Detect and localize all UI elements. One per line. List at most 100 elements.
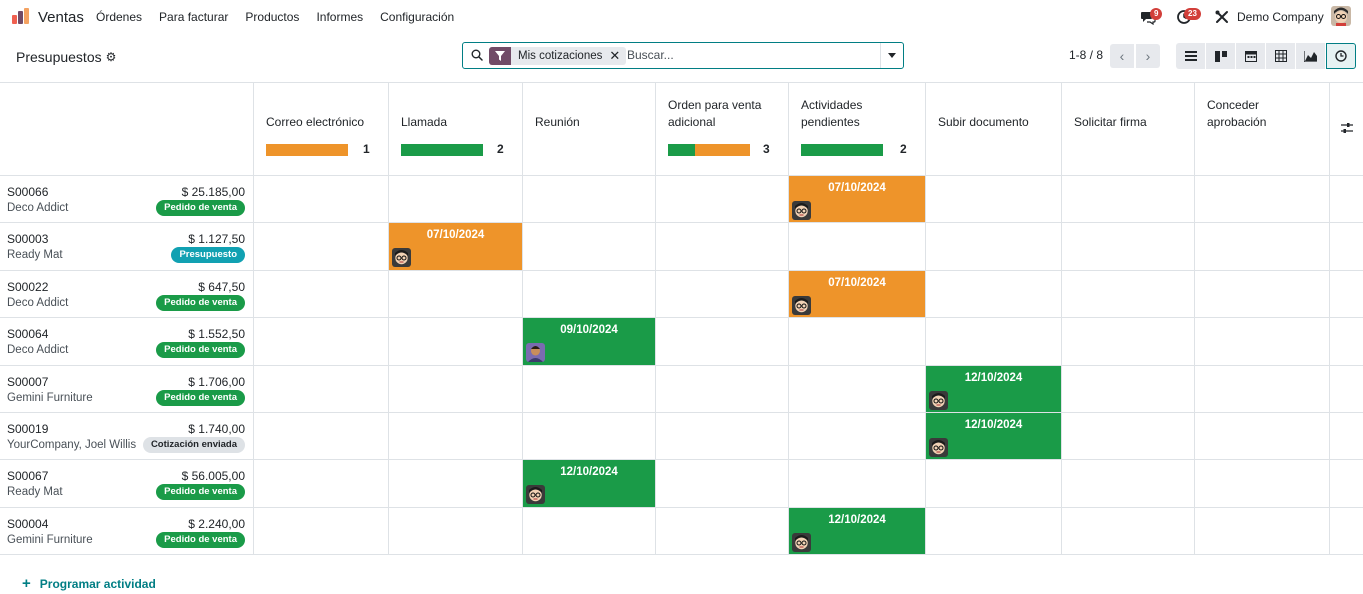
search-icon[interactable] xyxy=(471,49,483,61)
calendar-view-icon[interactable] xyxy=(1236,43,1266,69)
close-icon[interactable]: ✕ xyxy=(609,48,626,64)
app-name[interactable]: Ventas xyxy=(38,9,84,26)
progress-segment-orange[interactable] xyxy=(266,144,348,156)
user-avatar[interactable] xyxy=(1331,6,1351,26)
activity-type-header[interactable]: Orden para venta adicional 3 xyxy=(655,83,788,175)
tools-icon[interactable] xyxy=(1214,9,1230,25)
sliders-icon[interactable] xyxy=(1340,121,1354,135)
pager-value[interactable]: 1-8 / 8 xyxy=(1069,48,1103,62)
record-name[interactable]: S00004 xyxy=(7,517,48,531)
activity-progress-bar[interactable] xyxy=(266,144,348,156)
record-name[interactable]: S00022 xyxy=(7,280,48,294)
gear-icon[interactable]: ⚙ xyxy=(106,50,117,64)
progress-segment-green[interactable] xyxy=(668,144,696,156)
menu-item-configuracion[interactable]: Configuración xyxy=(380,10,454,24)
page-title[interactable]: Presupuestos xyxy=(16,49,102,65)
activity-type-header[interactable]: Llamada 2 xyxy=(388,83,522,175)
assignee-avatar xyxy=(929,390,948,410)
activity-type-title-line: pendientes xyxy=(801,115,860,129)
activity-count: 3 xyxy=(763,142,770,156)
status-badge: Pedido de venta xyxy=(156,294,245,311)
activity-cell[interactable]: 12/10/2024 xyxy=(523,460,655,507)
record-row[interactable]: S00064 $ 1.552,50 Deco Addict Pedido de ven… xyxy=(7,318,245,364)
activity-cell[interactable]: 07/10/2024 xyxy=(389,223,522,270)
menu-item-productos[interactable]: Productos xyxy=(245,10,299,24)
activity-deadline: 12/10/2024 xyxy=(964,419,1023,431)
schedule-activity-button[interactable]: + Programar actividad xyxy=(22,575,156,592)
activity-deadline: 07/10/2024 xyxy=(828,182,886,194)
activity-cell[interactable]: 07/10/2024 xyxy=(789,176,925,223)
kanban-view-icon[interactable] xyxy=(1206,43,1236,69)
status-badge: Pedido de venta xyxy=(156,389,245,406)
activity-type-title-line: adicional xyxy=(668,115,716,129)
record-row[interactable]: S00004 $ 2.240,00 Gemini Furniture Pedido d… xyxy=(7,508,245,554)
record-name[interactable]: S00066 xyxy=(7,185,48,199)
menu-item-informes[interactable]: Informes xyxy=(316,10,363,24)
record-row[interactable]: S00022 $ 647,50 Deco Addict Pedido de venta xyxy=(7,271,245,317)
activity-type-title: Actividades pendientes xyxy=(801,97,862,131)
activity-progress-bar[interactable] xyxy=(401,144,483,156)
record-row[interactable]: S00067 $ 56.005,00 Ready Mat Pedido de vent… xyxy=(7,460,245,506)
progress-segment-green[interactable] xyxy=(801,144,883,156)
activity-type-title-line: Subir documento xyxy=(938,115,1029,129)
record-name[interactable]: S00067 xyxy=(7,469,48,483)
activity-type-header[interactable]: Solicitar firma xyxy=(1061,83,1194,175)
activity-type-title: Orden para venta adicional xyxy=(668,97,761,131)
activity-cell[interactable]: 07/10/2024 xyxy=(789,270,925,318)
record-name[interactable]: S00019 xyxy=(7,422,48,436)
menu-item-para-facturar[interactable]: Para facturar xyxy=(159,10,228,24)
record-amount: $ 1.706,00 xyxy=(188,374,245,389)
graph-view-icon[interactable] xyxy=(1296,43,1326,69)
record-row[interactable]: S00003 $ 1.127,50 Ready Mat Presupuesto xyxy=(7,223,245,269)
menu-item-ordenes[interactable]: Órdenes xyxy=(96,10,142,24)
activity-cell[interactable]: 12/10/2024 xyxy=(789,507,925,555)
activity-progress-bar[interactable] xyxy=(801,144,883,156)
activity-type-header[interactable]: Correo electrónico 1 xyxy=(253,83,388,175)
record-row[interactable]: S00007 $ 1.706,00 Gemini Furniture Pedido d… xyxy=(7,366,245,412)
assignee-avatar xyxy=(792,532,811,552)
progress-segment-green[interactable] xyxy=(401,144,483,156)
record-partner: Deco Addict xyxy=(7,344,69,357)
caret-down-icon[interactable] xyxy=(880,43,903,68)
activity-progress-bar[interactable] xyxy=(668,144,750,156)
activity-count: 1 xyxy=(363,142,370,156)
top-navbar: Ventas Órdenes Para facturar Productos I… xyxy=(0,0,1363,34)
record-row[interactable]: S00019 $ 1.740,00 YourCompany, Joel Willis… xyxy=(7,413,245,459)
list-view-icon[interactable] xyxy=(1176,43,1206,69)
activity-type-title-line: aprobación xyxy=(1207,115,1267,129)
assignee-avatar xyxy=(929,438,948,457)
company-switcher[interactable]: Demo Company xyxy=(1237,10,1324,24)
activity-cell[interactable]: 12/10/2024 xyxy=(926,413,1061,460)
activity-type-title: Conceder aprobación xyxy=(1207,97,1266,131)
progress-segment-orange[interactable] xyxy=(695,144,750,156)
record-partner: Deco Addict xyxy=(7,296,69,309)
chevron-right-icon[interactable]: › xyxy=(1136,44,1160,68)
activity-type-title-line: Llamada xyxy=(401,115,448,129)
assignee-avatar xyxy=(392,248,411,268)
activity-type-header[interactable]: Conceder aprobación xyxy=(1194,83,1329,175)
schedule-activity-label: Programar actividad xyxy=(39,576,156,591)
activity-type-title-line: Orden para venta xyxy=(668,98,762,112)
record-amount: $ 647,50 xyxy=(198,279,245,294)
search-facet: Mis cotizaciones ✕ xyxy=(489,47,627,65)
breadcrumb: Presupuestos ⚙ xyxy=(16,49,116,65)
activity-view-icon[interactable] xyxy=(1326,43,1356,69)
record-row[interactable]: S00066 $ 25.185,00 Deco Addict Pedido de ve… xyxy=(7,176,245,222)
odoo-logo-icon[interactable] xyxy=(12,8,30,24)
assignee-avatar xyxy=(792,295,811,315)
activity-type-header[interactable]: Subir documento xyxy=(925,83,1061,175)
activity-cell[interactable]: 09/10/2024 xyxy=(523,318,655,365)
record-amount: $ 56.005,00 xyxy=(181,469,245,484)
activity-deadline: 07/10/2024 xyxy=(828,276,886,289)
chevron-left-icon[interactable]: ‹ xyxy=(1110,44,1134,68)
activity-type-header[interactable]: Actividades pendientes 2 xyxy=(788,83,925,175)
record-name[interactable]: S00003 xyxy=(7,232,48,246)
record-name[interactable]: S00007 xyxy=(7,375,48,389)
record-partner: Ready Mat xyxy=(7,486,63,499)
activity-type-header[interactable]: Reunión xyxy=(522,83,655,175)
record-amount: $ 1.127,50 xyxy=(188,232,245,247)
pivot-view-icon[interactable] xyxy=(1266,43,1296,69)
record-name[interactable]: S00064 xyxy=(7,327,48,341)
activity-cell[interactable]: 12/10/2024 xyxy=(926,365,1061,412)
search-input[interactable] xyxy=(627,48,877,62)
